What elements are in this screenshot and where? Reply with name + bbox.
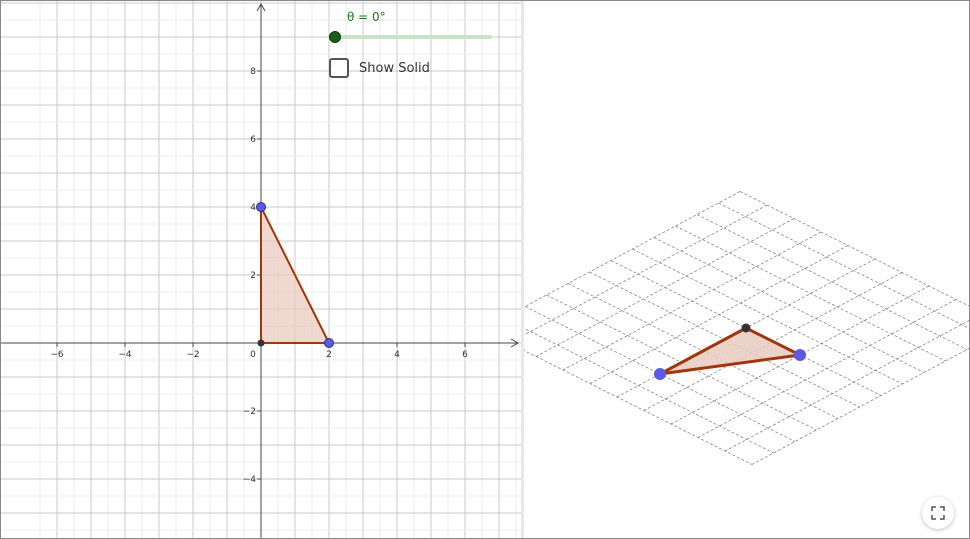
- x-tick-label: 2: [326, 350, 332, 360]
- y-tick-label: 8: [250, 67, 256, 77]
- y-tick-label: −2: [243, 407, 256, 417]
- point-on-x-axis[interactable]: [324, 338, 334, 348]
- point-on-x-axis-3d[interactable]: [794, 349, 806, 361]
- x-tick-label: 6: [462, 350, 468, 360]
- origin-point[interactable]: [257, 339, 265, 347]
- graphics-view-3d[interactable]: [524, 1, 969, 538]
- theta-slider[interactable]: θ = 0°: [321, 7, 501, 47]
- x-tick-label: 4: [394, 350, 400, 360]
- x-tick-label: −2: [186, 350, 199, 360]
- graph-2d-canvas[interactable]: −6 −4 −2 0 2 4 6 8 6 4 2 −2 −4: [1, 1, 521, 538]
- x-tick-label: 0: [250, 350, 256, 360]
- fullscreen-button[interactable]: [922, 497, 954, 529]
- theta-slider-knob[interactable]: [329, 31, 341, 43]
- show-solid-checkbox-box[interactable]: [329, 58, 349, 78]
- plane-grid-line: [675, 225, 946, 362]
- origin-point-3d[interactable]: [741, 323, 751, 333]
- x-tick-label: −4: [118, 350, 132, 360]
- y-tick-label: 2: [250, 271, 256, 281]
- plane-grid-line: [739, 191, 969, 307]
- fullscreen-icon: [931, 506, 945, 520]
- y-tick-label: 4: [250, 203, 256, 213]
- theta-slider-track[interactable]: [335, 35, 492, 39]
- graphics-view-2d[interactable]: −6 −4 −2 0 2 4 6 8 6 4 2 −2 −4 θ = 0° Show Solid: [1, 1, 521, 538]
- applet-frame: −6 −4 −2 0 2 4 6 8 6 4 2 −2 −4 θ = 0° Show Solid: [0, 0, 970, 539]
- plane-grid-line: [696, 214, 968, 350]
- plane-grid-line: [524, 191, 741, 308]
- x-tick-label: −6: [50, 350, 64, 360]
- plane-grid-line: [718, 202, 969, 329]
- show-solid-label: Show Solid: [359, 61, 430, 76]
- plane-grid-line: [632, 248, 903, 385]
- y-tick-label: 6: [250, 135, 256, 145]
- graph-3d-canvas[interactable]: [524, 1, 969, 538]
- y-tick-label: −4: [243, 475, 257, 485]
- theta-slider-label: θ = 0°: [347, 10, 386, 24]
- point-on-y-axis[interactable]: [256, 202, 266, 212]
- point-on-y-axis-3d[interactable]: [654, 368, 666, 380]
